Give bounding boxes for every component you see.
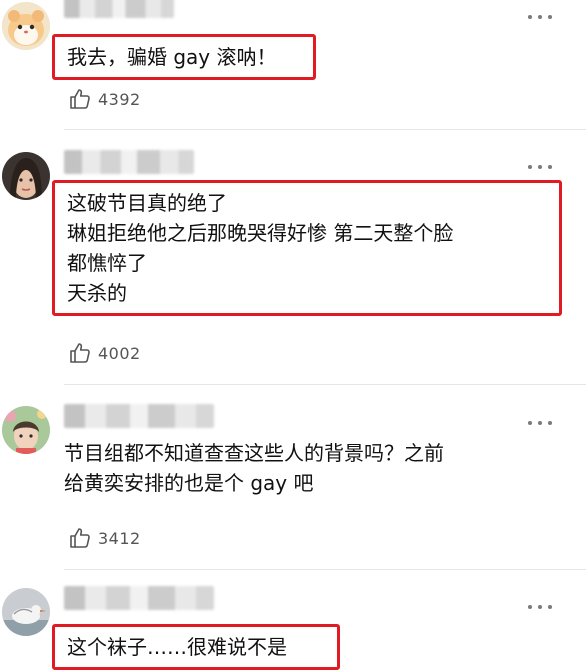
like-count: 4392 (98, 89, 141, 109)
more-options-button[interactable] (528, 598, 552, 616)
more-dot-icon (528, 605, 532, 609)
comment-line: 我去，骗婚 gay 滚呐！ (67, 45, 277, 69)
comment-line: 都憔悴了 (67, 251, 147, 275)
divider (64, 384, 586, 385)
more-dot-icon (538, 605, 542, 609)
avatar-bird[interactable] (2, 588, 50, 636)
like-button[interactable]: 4392 (68, 86, 141, 112)
divider (64, 569, 586, 570)
comment-1: 我去，骗婚 gay 滚呐！ 4392 (0, 0, 586, 120)
more-dot-icon (528, 15, 532, 19)
avatar-woman[interactable] (2, 152, 50, 200)
more-dot-icon (528, 421, 532, 425)
woman-avatar-icon (2, 152, 50, 200)
comment-line: 琳姐拒绝他之后那晚哭得好惨 第二天整个脸 (67, 221, 454, 245)
like-button[interactable]: 4002 (68, 340, 141, 366)
more-dot-icon (548, 165, 552, 169)
comment-feed: 我去，骗婚 gay 滚呐！ 4392 这破节目真的绝了 琳姐拒绝他之后那晚哭得好… (0, 0, 586, 671)
more-dot-icon (528, 165, 532, 169)
comment-4: 这个袜子……很难说不是 (0, 586, 586, 671)
more-dot-icon (538, 15, 542, 19)
comment-text: 节目组都不知道查查这些人的背景吗？之前 给黄奕安排的也是个 gay 吧 (64, 438, 568, 498)
more-dot-icon (538, 165, 542, 169)
username-blurred[interactable] (64, 586, 214, 610)
more-options-button[interactable] (528, 158, 552, 176)
thumbs-up-icon (70, 89, 90, 109)
more-dot-icon (548, 15, 552, 19)
divider (64, 129, 586, 130)
more-dot-icon (538, 421, 542, 425)
boy-avatar-icon (2, 406, 50, 454)
more-dot-icon (548, 421, 552, 425)
thumbs-up-icon (70, 343, 90, 363)
avatar-hamster[interactable] (2, 2, 50, 50)
comment-line: 这破节目真的绝了 (67, 191, 227, 215)
avatar-boy[interactable] (2, 406, 50, 454)
comment-3: 节目组都不知道查查这些人的背景吗？之前 给黄奕安排的也是个 gay 吧 3412 (0, 400, 586, 580)
bird-avatar-icon (2, 588, 50, 636)
comment-2: 这破节目真的绝了 琳姐拒绝他之后那晚哭得好惨 第二天整个脸 都憔悴了 天杀的 4… (0, 148, 586, 388)
thumbs-up-icon (70, 528, 90, 548)
comment-text-highlighted: 这破节目真的绝了 琳姐拒绝他之后那晚哭得好惨 第二天整个脸 都憔悴了 天杀的 (52, 180, 562, 316)
comment-line: 这个袜子……很难说不是 (67, 635, 287, 659)
more-options-button[interactable] (528, 414, 552, 432)
comment-line: 给黄奕安排的也是个 gay 吧 (64, 471, 314, 495)
comment-line: 天杀的 (67, 281, 127, 305)
username-blurred[interactable] (64, 0, 174, 18)
like-button[interactable]: 3412 (68, 525, 141, 551)
hamster-avatar-icon (2, 2, 50, 50)
like-count: 3412 (98, 528, 141, 548)
comment-text-highlighted: 这个袜子……很难说不是 (52, 624, 340, 670)
username-blurred[interactable] (64, 404, 214, 428)
comment-text-highlighted: 我去，骗婚 gay 滚呐！ (52, 34, 316, 80)
more-options-button[interactable] (528, 8, 552, 26)
like-count: 4002 (98, 343, 141, 363)
comment-line: 节目组都不知道查查这些人的背景吗？之前 (64, 441, 444, 465)
more-dot-icon (548, 605, 552, 609)
username-blurred[interactable] (64, 150, 194, 174)
